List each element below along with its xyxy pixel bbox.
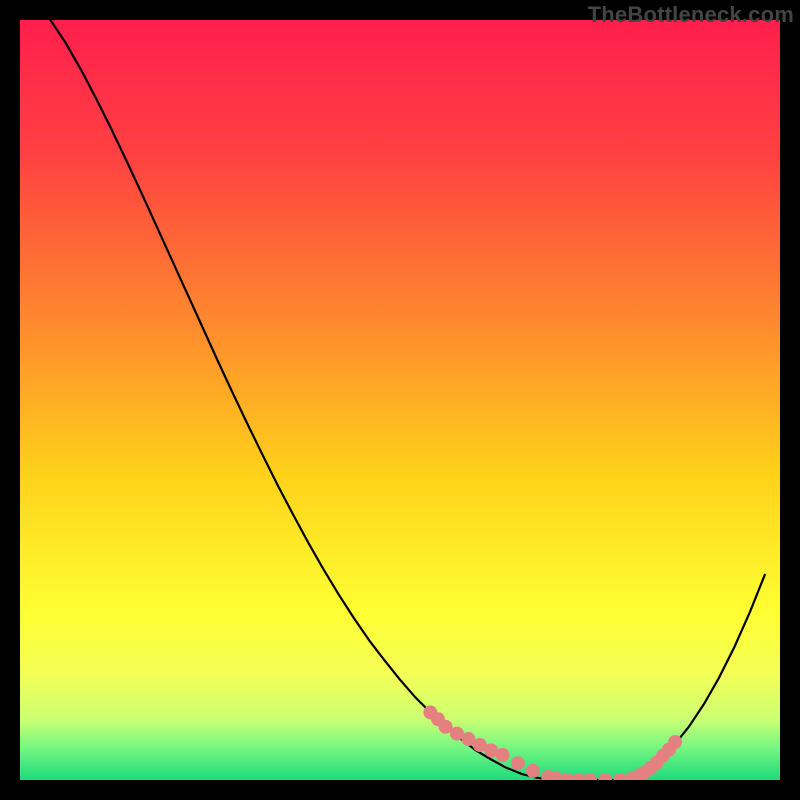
heatmap-background (20, 20, 780, 780)
chart-canvas (20, 20, 780, 780)
highlight-dot (511, 757, 524, 770)
highlight-dot (669, 736, 682, 749)
watermark-text: TheBottleneck.com (588, 2, 794, 28)
highlight-dot (496, 748, 509, 761)
highlight-dot (439, 720, 452, 733)
highlight-dot (527, 764, 540, 777)
highlight-dot (462, 733, 475, 746)
bottleneck-chart (20, 20, 780, 780)
